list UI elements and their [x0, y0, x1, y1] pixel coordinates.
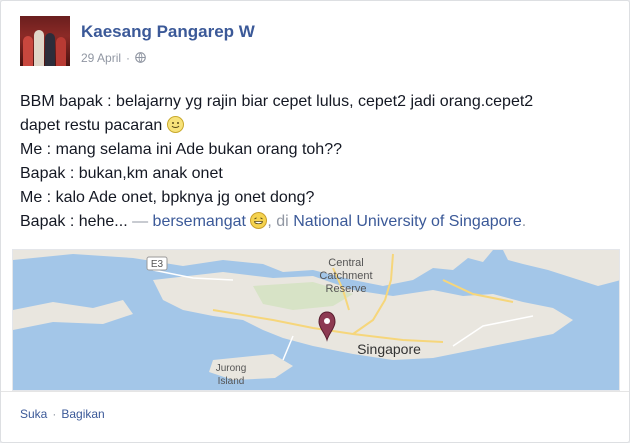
island-label: Jurong: [216, 363, 247, 374]
post-card: Kaesang Pangarep W 29 April · BBM bapak :…: [0, 0, 630, 443]
city-label: Singapore: [357, 341, 421, 357]
post-date[interactable]: 29 April: [81, 51, 121, 65]
post-line: Me : kalo Ade onet, bpknya jg onet dong?: [20, 189, 315, 206]
action-separator: ·: [52, 407, 57, 421]
feeling-label[interactable]: bersemangat: [153, 213, 246, 230]
post-text: BBM bapak : belajarny yg rajin biar cepe…: [20, 90, 615, 234]
location-link[interactable]: National University of Singapore: [293, 213, 522, 230]
author-name[interactable]: Kaesang Pangarep W: [81, 22, 255, 42]
post-actions: Suka · Bagikan: [20, 407, 105, 421]
location-map[interactable]: E3 Central Catchment Reserve Singapore J…: [12, 249, 620, 391]
dash: —: [132, 213, 149, 230]
avatar[interactable]: [20, 16, 70, 66]
post-line: BBM bapak : belajarny yg rajin biar cepe…: [20, 93, 534, 110]
svg-text:Reserve: Reserve: [326, 283, 367, 295]
svg-text:Catchment: Catchment: [319, 270, 372, 282]
post-line: Bapak : hehe... — bersemangat , di Natio…: [20, 212, 527, 230]
post-header: Kaesang Pangarep W 29 April ·: [20, 16, 610, 68]
svg-text:Island: Island: [218, 376, 245, 387]
reserve-label: Central: [328, 257, 363, 269]
share-button[interactable]: Bagikan: [61, 407, 104, 421]
post-footer: Suka · Bagikan: [1, 391, 629, 443]
location-period: .: [521, 213, 527, 230]
post-line: Me : mang selama ini Ade bukan orang toh…: [20, 141, 342, 158]
meta-separator: ·: [126, 51, 131, 65]
smile-emoticon: [166, 116, 184, 133]
location-prefix: , di: [267, 213, 289, 230]
post-meta: 29 April ·: [81, 51, 146, 65]
like-button[interactable]: Suka: [20, 407, 47, 421]
post-line: Bapak : bukan,km anak onet: [20, 165, 223, 182]
globe-icon[interactable]: [135, 52, 146, 63]
grin-emoticon: [250, 212, 268, 229]
highway-label: E3: [151, 259, 164, 270]
post-line: dapet restu pacaran: [20, 114, 615, 138]
